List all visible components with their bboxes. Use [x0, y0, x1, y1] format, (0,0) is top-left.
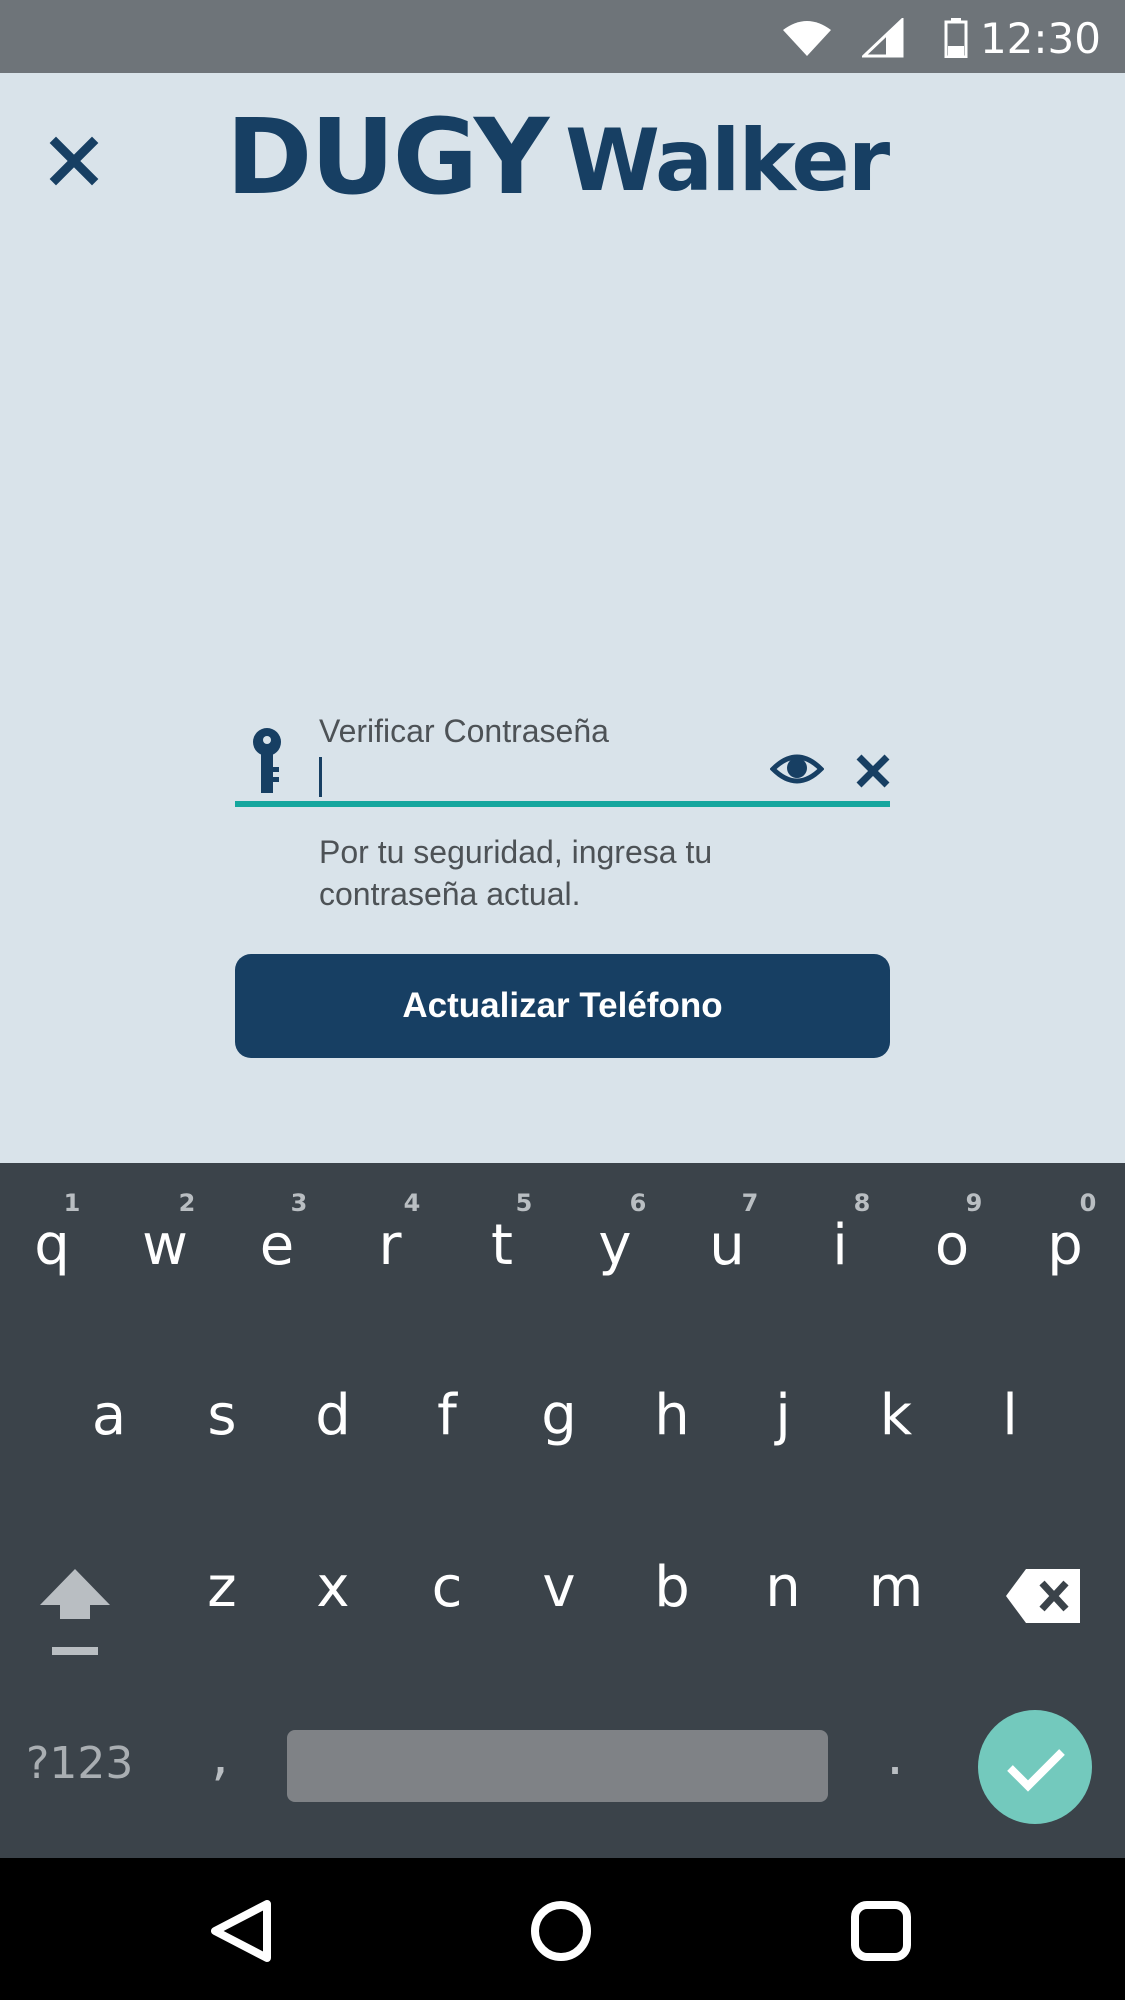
update-phone-button[interactable]: Actualizar Teléfono [235, 954, 890, 1058]
key-e[interactable]: e [227, 1213, 327, 1278]
shift-key[interactable] [30, 1563, 120, 1663]
check-icon [1007, 1749, 1065, 1792]
key-p[interactable]: p [1015, 1213, 1115, 1278]
text-cursor [319, 757, 322, 797]
key-l[interactable]: l [960, 1383, 1060, 1448]
key-h[interactable]: h [622, 1383, 722, 1448]
key-i[interactable]: i [790, 1213, 890, 1278]
key-k[interactable]: k [846, 1383, 946, 1448]
key-m[interactable]: m [846, 1555, 946, 1620]
home-icon[interactable] [528, 1898, 594, 1964]
key-period[interactable]: . [845, 1723, 945, 1788]
recents-icon[interactable] [848, 1898, 914, 1964]
key-w[interactable]: w [115, 1213, 215, 1278]
back-icon[interactable] [205, 1898, 275, 1964]
wifi-icon [783, 21, 831, 56]
close-button[interactable] [44, 131, 104, 191]
battery-icon [944, 18, 968, 58]
update-phone-screen: DUGY Walker Verificar Contraseña Por tu … [0, 73, 1125, 1163]
space-key[interactable] [287, 1730, 828, 1802]
key-g[interactable]: g [509, 1383, 609, 1448]
key-z[interactable]: z [172, 1555, 272, 1620]
navigation-bar [0, 1858, 1125, 2000]
key-o[interactable]: o [902, 1213, 1002, 1278]
key-v[interactable]: v [509, 1555, 609, 1620]
status-bar: 12:30 [0, 0, 1125, 73]
close-icon [49, 136, 99, 186]
key-x[interactable]: x [283, 1555, 383, 1620]
key-c[interactable]: c [397, 1555, 497, 1620]
field-underline [235, 801, 890, 807]
logo-primary: DUGY [226, 96, 549, 218]
shift-icon [40, 1569, 110, 1655]
app-logo: DUGY Walker [226, 96, 890, 218]
key-a[interactable]: a [59, 1383, 159, 1448]
clear-icon[interactable] [853, 751, 893, 791]
key-s[interactable]: s [172, 1383, 272, 1448]
key-n[interactable]: n [733, 1555, 833, 1620]
eye-icon[interactable] [770, 749, 824, 789]
status-time: 12:30 [979, 14, 1101, 63]
key-u[interactable]: u [677, 1213, 777, 1278]
key-q[interactable]: q [2, 1213, 102, 1278]
backspace-icon [1006, 1569, 1080, 1623]
key-b[interactable]: b [622, 1555, 722, 1620]
logo-secondary: Walker [565, 111, 890, 211]
key-d[interactable]: d [283, 1383, 383, 1448]
backspace-key[interactable] [1004, 1561, 1084, 1631]
key-icon [253, 728, 281, 793]
key-j[interactable]: j [733, 1383, 833, 1448]
helper-text: Por tu seguridad, ingresa tu contraseña … [319, 834, 713, 912]
signal-icon [862, 18, 904, 58]
key-y[interactable]: y [565, 1213, 665, 1278]
symbols-key[interactable]: ?123 [26, 1738, 133, 1789]
key-comma[interactable]: , [170, 1723, 270, 1788]
password-input[interactable] [319, 751, 743, 803]
password-label: Verificar Contraseña [319, 713, 609, 749]
key-t[interactable]: t [452, 1213, 552, 1278]
done-key[interactable] [978, 1710, 1092, 1824]
key-r[interactable]: r [340, 1213, 440, 1278]
key-f[interactable]: f [397, 1383, 497, 1448]
soft-keyboard: 1 2 3 4 5 6 7 8 9 0 q w e r t y u i o p … [0, 1163, 1125, 1858]
